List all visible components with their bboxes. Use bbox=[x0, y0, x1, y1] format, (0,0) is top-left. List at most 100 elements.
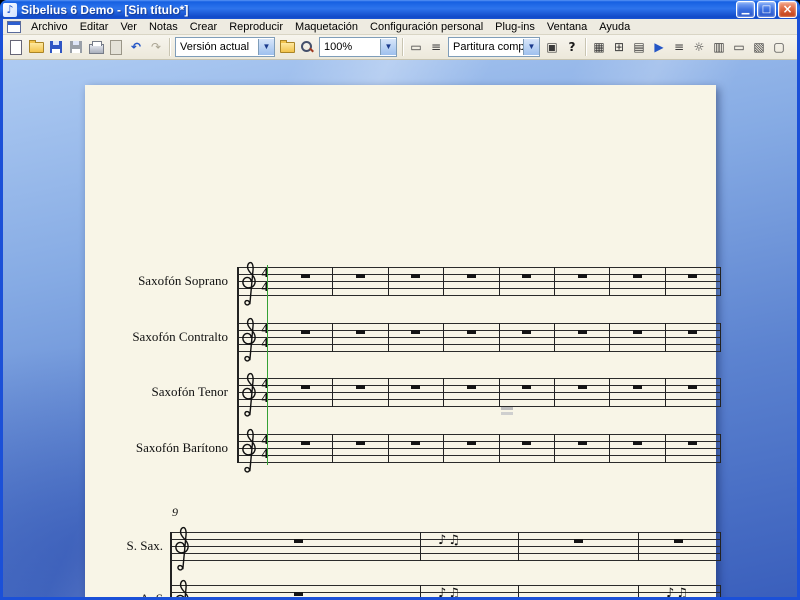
time-signature-numerator[interactable]: 4 bbox=[258, 434, 272, 448]
fretboard-panel-button[interactable]: ▥ bbox=[709, 37, 729, 57]
whole-rest[interactable] bbox=[411, 441, 421, 445]
treble-clef-icon[interactable] bbox=[240, 369, 260, 422]
whole-rest[interactable] bbox=[466, 441, 476, 445]
video-panel-button[interactable]: ▭ bbox=[729, 37, 749, 57]
whole-rest[interactable] bbox=[688, 441, 698, 445]
open-button[interactable] bbox=[26, 37, 46, 57]
whole-rest[interactable] bbox=[632, 274, 642, 278]
help-button[interactable]: ? bbox=[562, 37, 582, 57]
zoom-tool-button[interactable] bbox=[297, 37, 317, 57]
menu-plug-ins[interactable]: Plug-ins bbox=[489, 20, 541, 34]
properties-panel-button[interactable]: ▧ bbox=[749, 37, 769, 57]
whole-rest[interactable] bbox=[300, 385, 310, 389]
whole-rest[interactable] bbox=[300, 274, 310, 278]
whole-rest[interactable] bbox=[466, 385, 476, 389]
navigator-panel-button[interactable]: ▦ bbox=[589, 37, 609, 57]
whole-rest[interactable] bbox=[632, 330, 642, 334]
document-icon[interactable] bbox=[7, 20, 21, 33]
whole-rest[interactable] bbox=[466, 274, 476, 278]
whole-rest[interactable] bbox=[688, 330, 698, 334]
maximize-button[interactable]: □ bbox=[757, 1, 776, 18]
transposing-score-button[interactable]: ▣ bbox=[542, 37, 562, 57]
treble-clef-icon[interactable] bbox=[240, 425, 260, 478]
treble-clef-icon[interactable] bbox=[173, 576, 193, 597]
minimize-button[interactable]: ▁ bbox=[736, 1, 755, 18]
chevron-down-icon[interactable]: ▼ bbox=[523, 39, 539, 55]
whole-rest[interactable] bbox=[294, 539, 303, 543]
treble-clef-icon[interactable] bbox=[240, 258, 260, 311]
ideas-panel-button[interactable]: ☼ bbox=[689, 37, 709, 57]
whole-rest[interactable] bbox=[522, 330, 532, 334]
menu-archivo[interactable]: Archivo bbox=[25, 20, 74, 34]
whole-rest[interactable] bbox=[356, 274, 366, 278]
hide-panels-button[interactable]: ▢ bbox=[769, 37, 789, 57]
whole-rest[interactable] bbox=[466, 330, 476, 334]
whole-rest[interactable] bbox=[688, 274, 698, 278]
export-button[interactable] bbox=[106, 37, 126, 57]
menu-configuraci-n-personal[interactable]: Configuración personal bbox=[364, 20, 489, 34]
menu-crear[interactable]: Crear bbox=[184, 20, 224, 34]
treble-clef-icon[interactable] bbox=[240, 314, 260, 367]
mixer-panel-button[interactable]: ≡ bbox=[669, 37, 689, 57]
whole-rest[interactable] bbox=[632, 441, 642, 445]
titlebar[interactable]: ♪ Sibelius 6 Demo - [Sin título*] ▁ □ × bbox=[0, 0, 800, 19]
whole-rest[interactable] bbox=[522, 274, 532, 278]
time-signature-numerator[interactable]: 4 bbox=[258, 267, 272, 281]
whole-rest[interactable] bbox=[632, 385, 642, 389]
panorama-button[interactable]: ▭ bbox=[406, 37, 426, 57]
version-combo[interactable]: Versión actual ▼ bbox=[175, 37, 275, 57]
time-signature-denominator[interactable]: 4 bbox=[258, 448, 272, 462]
save-button[interactable] bbox=[46, 37, 66, 57]
whole-rest[interactable] bbox=[522, 441, 532, 445]
note-group[interactable]: ♪♫ bbox=[666, 586, 690, 597]
new-score-button[interactable] bbox=[6, 37, 26, 57]
whole-rest[interactable] bbox=[356, 441, 366, 445]
versions-button[interactable] bbox=[277, 37, 297, 57]
save-version-button[interactable] bbox=[66, 37, 86, 57]
menu-ventana[interactable]: Ventana bbox=[541, 20, 593, 34]
note-group[interactable]: ♪♫ bbox=[438, 586, 462, 597]
whole-rest[interactable] bbox=[411, 385, 421, 389]
keypad-panel-button[interactable]: ⊞ bbox=[609, 37, 629, 57]
time-signature-numerator[interactable]: 4 bbox=[258, 323, 272, 337]
whole-rest[interactable] bbox=[294, 592, 303, 596]
menu-notas[interactable]: Notas bbox=[143, 20, 184, 34]
time-signature-denominator[interactable]: 4 bbox=[258, 392, 272, 406]
close-button[interactable]: × bbox=[778, 1, 797, 18]
treble-clef-icon[interactable] bbox=[173, 523, 193, 576]
score-page[interactable]: 9 Saxofón Soprano 4 4 Saxofón Contralto 4 4 Sa… bbox=[85, 85, 721, 597]
whole-rest[interactable] bbox=[300, 330, 310, 334]
print-button[interactable] bbox=[86, 37, 106, 57]
zoom-combo[interactable]: 100% ▼ bbox=[319, 37, 397, 57]
time-signature-denominator[interactable]: 4 bbox=[258, 281, 272, 295]
whole-rest[interactable] bbox=[577, 441, 587, 445]
whole-rest[interactable] bbox=[411, 274, 421, 278]
time-signature-denominator[interactable]: 4 bbox=[258, 337, 272, 351]
view-combo[interactable]: Partitura complet ▼ bbox=[448, 37, 540, 57]
chevron-down-icon[interactable]: ▼ bbox=[380, 39, 396, 55]
menu-maquetaci-n[interactable]: Maquetación bbox=[289, 20, 364, 34]
note-group[interactable]: ♪♫ bbox=[438, 533, 462, 548]
whole-rest[interactable] bbox=[522, 385, 532, 389]
menu-ver[interactable]: Ver bbox=[114, 20, 143, 34]
menu-editar[interactable]: Editar bbox=[74, 20, 115, 34]
whole-rest[interactable] bbox=[356, 385, 366, 389]
focus-staves-button[interactable]: ≡ bbox=[426, 37, 446, 57]
whole-rest[interactable] bbox=[577, 274, 587, 278]
whole-rest[interactable] bbox=[574, 539, 583, 543]
whole-rest[interactable] bbox=[674, 539, 683, 543]
undo-button[interactable]: ↶ bbox=[126, 37, 146, 57]
whole-rest[interactable] bbox=[577, 385, 587, 389]
time-signature-numerator[interactable]: 4 bbox=[258, 378, 272, 392]
whole-rest[interactable] bbox=[300, 441, 310, 445]
whole-rest[interactable] bbox=[577, 330, 587, 334]
keyboard-panel-button[interactable]: ▤ bbox=[629, 37, 649, 57]
whole-rest[interactable] bbox=[411, 330, 421, 334]
whole-rest[interactable] bbox=[356, 330, 366, 334]
redo-button[interactable]: ↷ bbox=[146, 37, 166, 57]
menu-ayuda[interactable]: Ayuda bbox=[593, 20, 636, 34]
playback-panel-button[interactable]: ▶ bbox=[649, 37, 669, 57]
whole-rest[interactable] bbox=[688, 385, 698, 389]
chevron-down-icon[interactable]: ▼ bbox=[258, 39, 274, 55]
menu-reproducir[interactable]: Reproducir bbox=[223, 20, 289, 34]
